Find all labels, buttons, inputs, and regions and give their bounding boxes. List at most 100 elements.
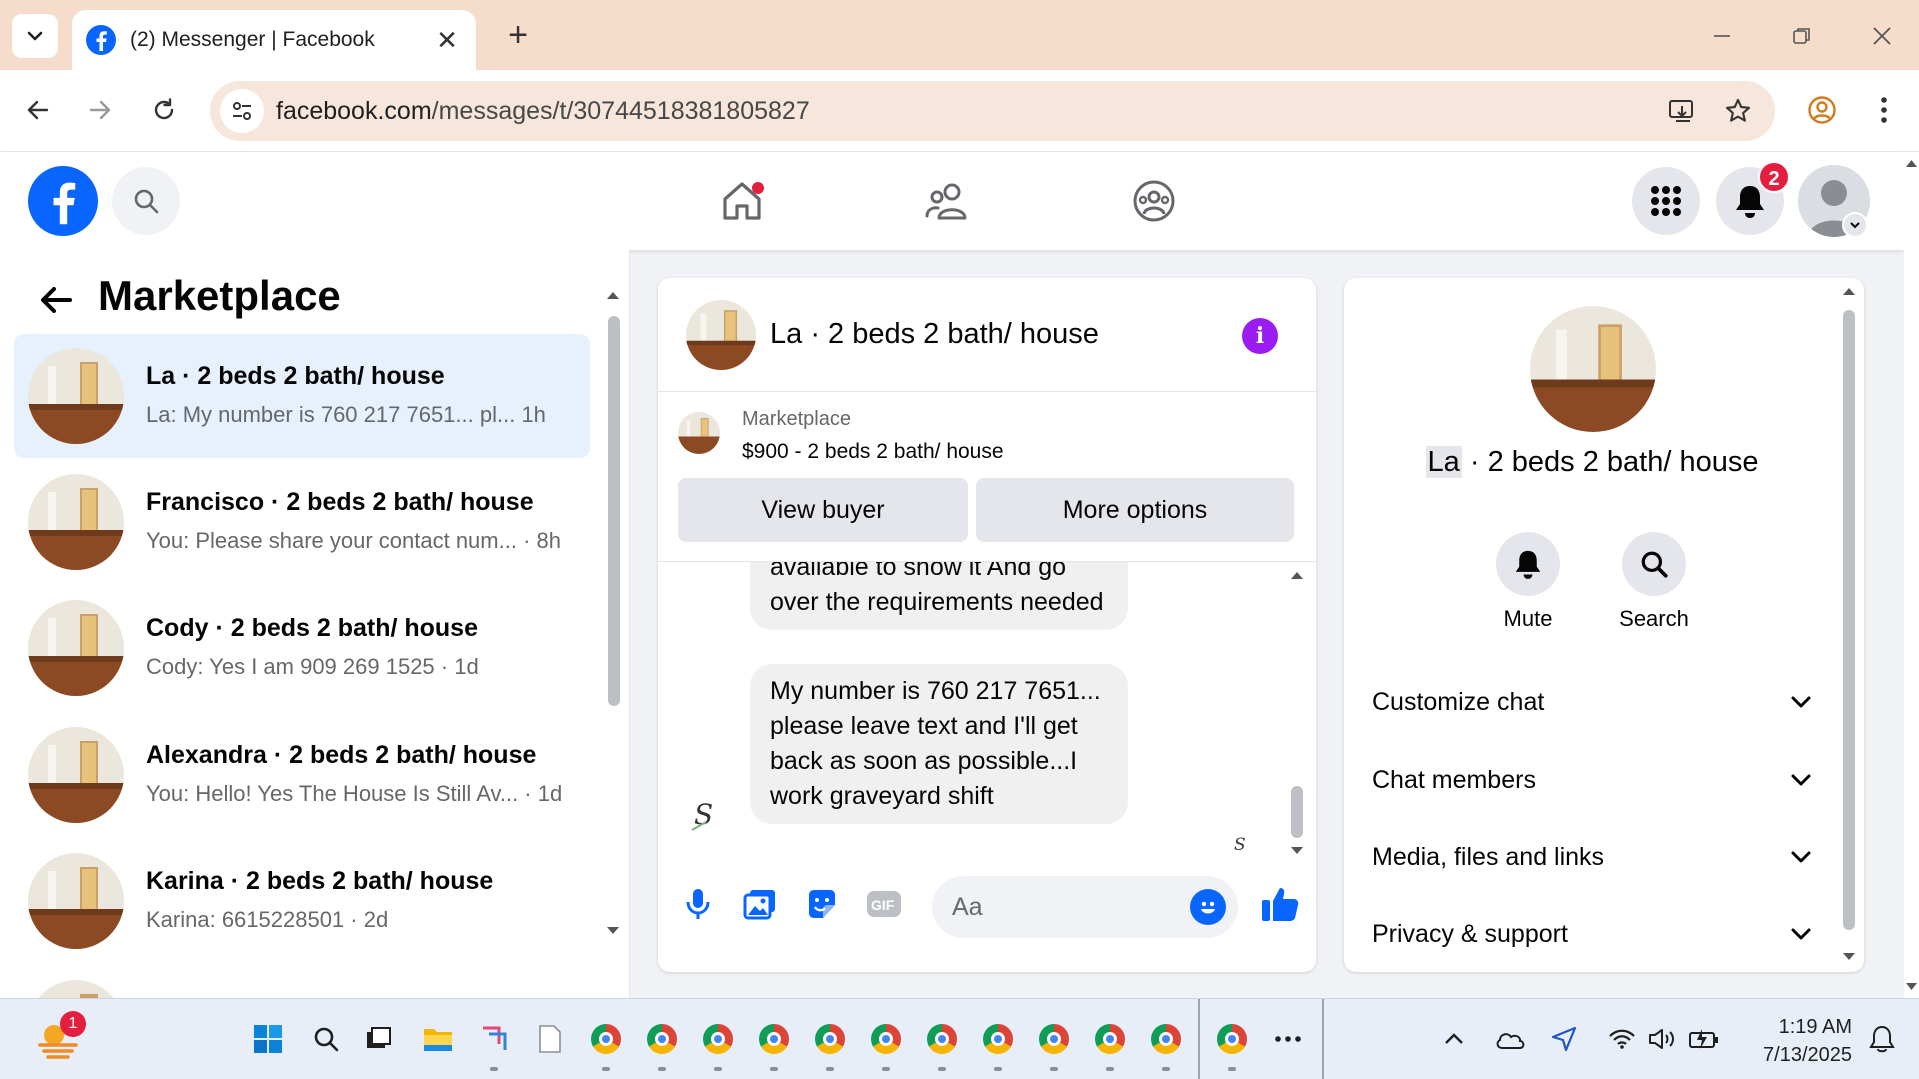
more-options-button[interactable]: More options	[976, 478, 1294, 542]
search-icon	[134, 189, 159, 214]
new-tab-button[interactable]: +	[496, 14, 540, 58]
message-scrollbar[interactable]	[1288, 568, 1306, 854]
onedrive-button[interactable]	[1490, 1019, 1530, 1059]
nav-home[interactable]	[702, 170, 782, 232]
facebook-logo[interactable]	[28, 166, 98, 236]
chrome-window-button[interactable]	[754, 1019, 794, 1059]
section-media-files-links[interactable]: Media, files and links	[1372, 827, 1812, 887]
mute-button[interactable]	[1496, 532, 1560, 596]
conversation-list-scrollbar[interactable]	[604, 288, 622, 938]
view-buyer-button[interactable]: View buyer	[678, 478, 968, 542]
conversation-item-partial[interactable]	[14, 966, 590, 998]
notifications-button[interactable]: 2	[1716, 161, 1790, 235]
start-button[interactable]	[248, 1019, 288, 1059]
reload-button[interactable]	[142, 88, 186, 132]
menu-button[interactable]	[1632, 167, 1700, 235]
conversation-item[interactable]: Cody · 2 beds 2 bath/ house Cody: Yes I …	[14, 586, 590, 710]
location-button[interactable]	[1544, 1019, 1584, 1059]
wifi-button[interactable]	[1602, 1019, 1642, 1059]
install-icon	[1669, 100, 1693, 122]
page-scrollbar[interactable]	[1904, 152, 1919, 998]
facebook-header: 2	[0, 152, 1904, 250]
conversation-item[interactable]: Alexandra · 2 beds 2 bath/ house You: He…	[14, 713, 590, 837]
listing-thumbnail[interactable]	[678, 412, 720, 454]
message-input[interactable]	[932, 876, 1238, 938]
notification-center-button[interactable]	[1862, 1019, 1902, 1059]
show-hidden-icons-button[interactable]	[1434, 1019, 1474, 1059]
nav-friends[interactable]	[908, 170, 988, 232]
system-clock[interactable]: 1:19 AM 7/13/2025	[1748, 1013, 1852, 1069]
like-button[interactable]	[1258, 882, 1302, 926]
chrome-window-button[interactable]	[922, 1019, 962, 1059]
facebook-search-button[interactable]	[112, 167, 180, 235]
chrome-window-button-active[interactable]	[1212, 1019, 1252, 1059]
bookmark-button[interactable]	[1716, 89, 1760, 133]
scrollbar-thumb[interactable]	[1291, 786, 1303, 838]
chrome-window-button[interactable]	[642, 1019, 682, 1059]
install-app-button[interactable]	[1660, 89, 1704, 133]
more-apps-button[interactable]	[1268, 1019, 1308, 1059]
browser-toolbar: facebook.com/messages/t/3074451838180582…	[0, 70, 1919, 152]
volume-button[interactable]	[1642, 1019, 1682, 1059]
minimize-button[interactable]	[1692, 14, 1752, 58]
chrome-window-button[interactable]	[866, 1019, 906, 1059]
search-in-conversation-button[interactable]	[1622, 532, 1686, 596]
account-menu-caret[interactable]	[1842, 212, 1868, 238]
nav-groups[interactable]	[1114, 170, 1194, 232]
mute-action[interactable]: Mute	[1473, 532, 1583, 632]
search-action[interactable]: Search	[1599, 532, 1709, 632]
chrome-window-button[interactable]	[810, 1019, 850, 1059]
sender-avatar[interactable]: S	[686, 792, 730, 836]
search-icon	[314, 1027, 339, 1052]
attach-media-button[interactable]	[738, 882, 782, 926]
scrollbar-thumb[interactable]	[1843, 310, 1855, 930]
search-icon	[1641, 551, 1668, 578]
chrome-window-button[interactable]	[1090, 1019, 1130, 1059]
chat-panel: La · 2 beds 2 bath/ house i Marketplace …	[658, 278, 1316, 972]
chrome-window-button[interactable]	[1146, 1019, 1186, 1059]
message-text-field[interactable]	[952, 876, 1172, 938]
profile-button[interactable]	[1800, 88, 1844, 132]
address-bar[interactable]: facebook.com/messages/t/3074451838180582…	[210, 81, 1775, 141]
forward-button[interactable]	[78, 88, 122, 132]
info-icon[interactable]: i	[1242, 318, 1278, 354]
scrollbar-thumb[interactable]	[608, 316, 620, 706]
taskbar-search-button[interactable]	[306, 1019, 346, 1059]
notepad-button[interactable]	[530, 1019, 570, 1059]
arrow-right-icon	[89, 100, 111, 120]
emoji-button[interactable]	[1190, 889, 1226, 925]
gif-button[interactable]: GIF	[862, 882, 906, 926]
conversation-item[interactable]: Karina · 2 beds 2 bath/ house Karina: 66…	[14, 839, 590, 963]
sticker-button[interactable]	[800, 882, 844, 926]
voice-clip-button[interactable]	[676, 882, 720, 926]
section-privacy-support[interactable]: Privacy & support	[1372, 904, 1812, 964]
site-settings-icon[interactable]	[220, 89, 264, 133]
running-indicator	[490, 1067, 498, 1071]
back-arrow-button[interactable]	[36, 280, 76, 320]
snipping-tool-button[interactable]	[474, 1019, 514, 1059]
listing-price-title[interactable]: $900 - 2 beds 2 bath/ house	[742, 440, 1004, 464]
chat-title[interactable]: La · 2 beds 2 bath/ house	[770, 318, 1099, 351]
chrome-window-button[interactable]	[1034, 1019, 1074, 1059]
file-explorer-button[interactable]	[418, 1019, 458, 1059]
chrome-window-button[interactable]	[978, 1019, 1018, 1059]
section-customize-chat[interactable]: Customize chat	[1372, 672, 1812, 732]
back-button[interactable]	[16, 88, 60, 132]
browser-tab-messenger[interactable]: (2) Messenger | Facebook ✕	[72, 10, 476, 70]
conversation-item[interactable]: Francisco · 2 beds 2 bath/ house You: Pl…	[14, 460, 590, 584]
conversation-item[interactable]: La · 2 beds 2 bath/ house La: My number …	[14, 334, 590, 458]
info-panel-scrollbar[interactable]	[1840, 282, 1858, 968]
chrome-window-button[interactable]	[586, 1019, 626, 1059]
tab-search-button[interactable]	[12, 14, 58, 58]
chrome-window-button[interactable]	[698, 1019, 738, 1059]
tab-close-icon[interactable]: ✕	[432, 25, 462, 56]
battery-button[interactable]	[1684, 1019, 1724, 1059]
section-chat-members[interactable]: Chat members	[1372, 750, 1812, 810]
chat-avatar[interactable]	[686, 300, 756, 370]
task-view-button[interactable]	[358, 1019, 398, 1059]
conversation-preview: You: Please share your contact num... · …	[146, 528, 561, 553]
restore-button[interactable]	[1772, 14, 1832, 58]
browser-menu-button[interactable]	[1862, 88, 1906, 132]
close-window-button[interactable]	[1852, 14, 1912, 58]
conversation-photo[interactable]	[1530, 306, 1656, 432]
